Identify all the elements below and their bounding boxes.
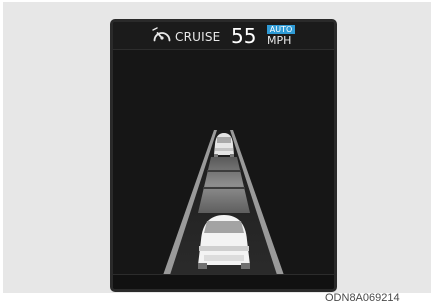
set-speed-value: 55 — [231, 24, 257, 48]
auto-mode-badge: AUTO — [267, 25, 295, 34]
speed-unit-label: MPH — [267, 34, 292, 47]
cruise-status-bar: CRUISE 55 AUTO MPH — [113, 22, 334, 50]
display-footer-bar — [113, 274, 334, 289]
figure-code: ODN8A069214 — [325, 292, 400, 304]
illustration-panel: CRUISE 55 AUTO MPH — [3, 2, 431, 293]
cruise-speedometer-icon — [152, 27, 171, 42]
cluster-display: CRUISE 55 AUTO MPH — [110, 19, 337, 292]
cruise-label: CRUISE — [175, 30, 221, 44]
road-view — [162, 130, 285, 278]
